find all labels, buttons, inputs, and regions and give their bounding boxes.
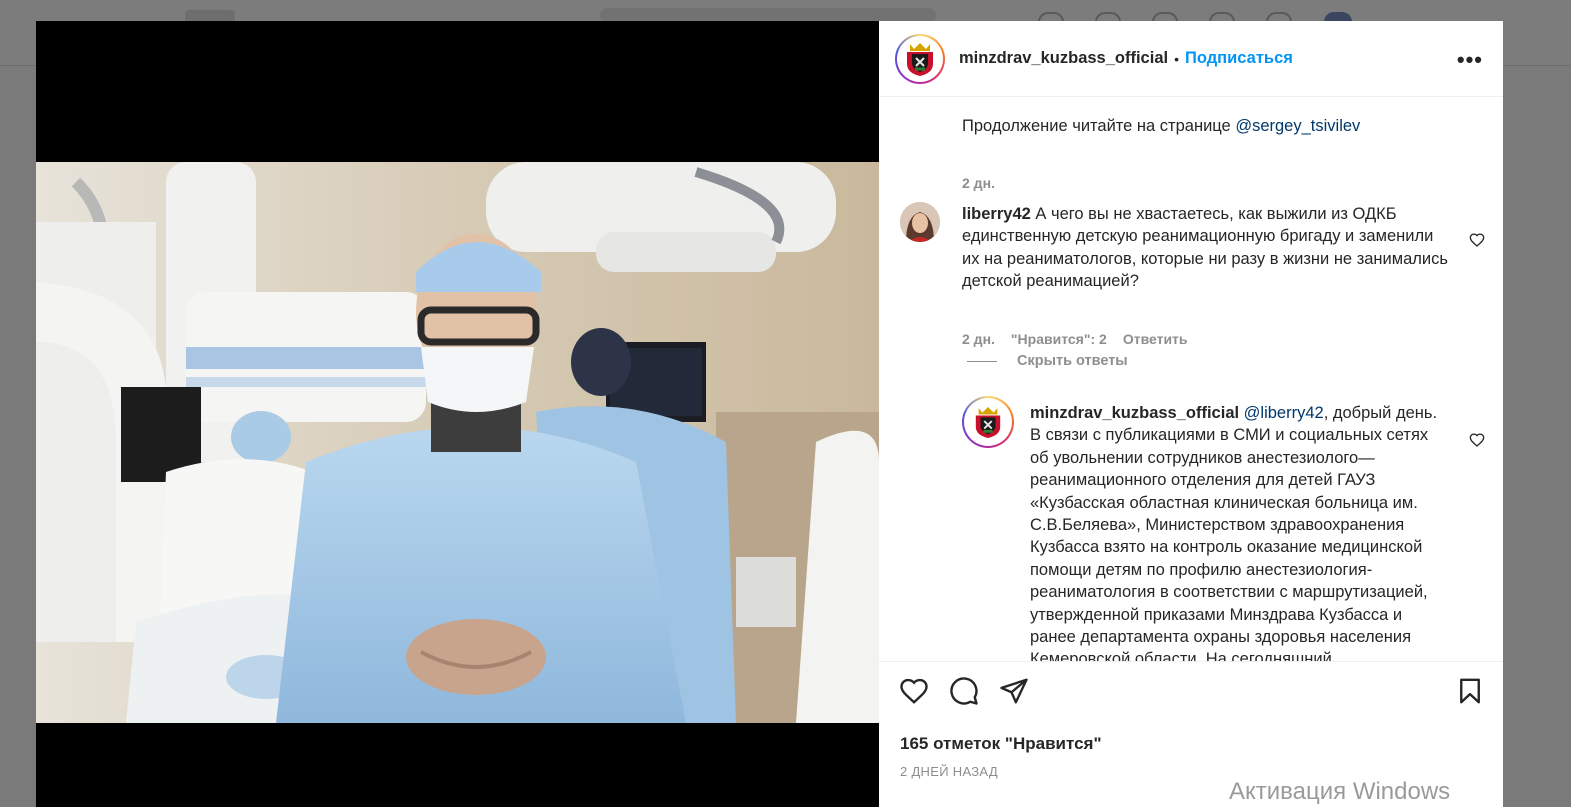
comment-username[interactable]: liberry42 bbox=[962, 205, 1031, 223]
comment-time[interactable]: 2 дн. bbox=[962, 331, 995, 347]
background-search bbox=[600, 8, 936, 22]
comment-like-heart-icon[interactable] bbox=[1469, 232, 1485, 248]
reply: minzdrav_kuzbass_official @liberry42, до… bbox=[1030, 402, 1450, 661]
post-media bbox=[36, 21, 879, 807]
comments-list[interactable]: Продолжение читайте на странице @sergey_… bbox=[879, 98, 1503, 661]
windows-activation-watermark: Активация Windows bbox=[1229, 778, 1451, 805]
like-heart-icon[interactable] bbox=[899, 676, 929, 706]
comment-meta: 2 дн. "Нравится": 2 Ответить bbox=[962, 331, 1188, 347]
comment: liberry42 А чего вы не хвастаетесь, как … bbox=[962, 203, 1452, 293]
post-modal: minzdrav_kuzbass_official • Подписаться … bbox=[36, 21, 1503, 807]
likes-count[interactable]: 165 отметок "Нравится" bbox=[900, 734, 1102, 754]
operating-room-photo bbox=[36, 162, 879, 723]
header-separator: • bbox=[1174, 50, 1179, 67]
comment-likes[interactable]: "Нравится": 2 bbox=[1011, 331, 1107, 347]
comment-avatar[interactable] bbox=[900, 202, 940, 242]
hide-replies-label: Скрыть ответы bbox=[1017, 353, 1128, 369]
post-side-panel: minzdrav_kuzbass_official • Подписаться … bbox=[879, 21, 1503, 807]
reply-mention-link[interactable]: @liberry42 bbox=[1244, 404, 1324, 422]
hide-replies-button[interactable]: Скрыть ответы bbox=[967, 353, 1128, 369]
caption-time[interactable]: 2 дн. bbox=[962, 175, 995, 191]
reply-avatar[interactable] bbox=[962, 396, 1014, 448]
author-avatar[interactable] bbox=[895, 33, 945, 84]
reply-like-heart-icon[interactable] bbox=[1469, 432, 1485, 448]
kuzbass-emblem-icon bbox=[975, 407, 1001, 438]
caption: Продолжение читайте на странице @sergey_… bbox=[962, 115, 1360, 137]
share-paper-plane-icon[interactable] bbox=[999, 676, 1029, 706]
post-photo[interactable] bbox=[36, 162, 879, 723]
caption-mention-link[interactable]: @sergey_tsivilev bbox=[1235, 117, 1360, 135]
follow-button[interactable]: Подписаться bbox=[1185, 49, 1293, 68]
author-username[interactable]: minzdrav_kuzbass_official bbox=[959, 49, 1168, 68]
post-header: minzdrav_kuzbass_official • Подписаться … bbox=[879, 21, 1503, 97]
reply-text: , добрый день. В связи с публикациями в … bbox=[1030, 404, 1438, 661]
comment-bubble-icon[interactable] bbox=[949, 676, 979, 706]
caption-text: Продолжение читайте на странице bbox=[962, 117, 1236, 135]
hide-replies-line bbox=[967, 360, 997, 362]
reply-username[interactable]: minzdrav_kuzbass_official bbox=[1030, 404, 1239, 422]
post-date[interactable]: 2 ДНЕЙ НАЗАД bbox=[900, 764, 998, 779]
more-options-icon[interactable]: ••• bbox=[1457, 47, 1483, 73]
comment-text: А чего вы не хвастаетесь, как выжили из … bbox=[962, 205, 1448, 291]
save-bookmark-icon[interactable] bbox=[1455, 676, 1485, 706]
kuzbass-emblem-icon bbox=[900, 38, 940, 79]
reply-button[interactable]: Ответить bbox=[1123, 331, 1188, 347]
